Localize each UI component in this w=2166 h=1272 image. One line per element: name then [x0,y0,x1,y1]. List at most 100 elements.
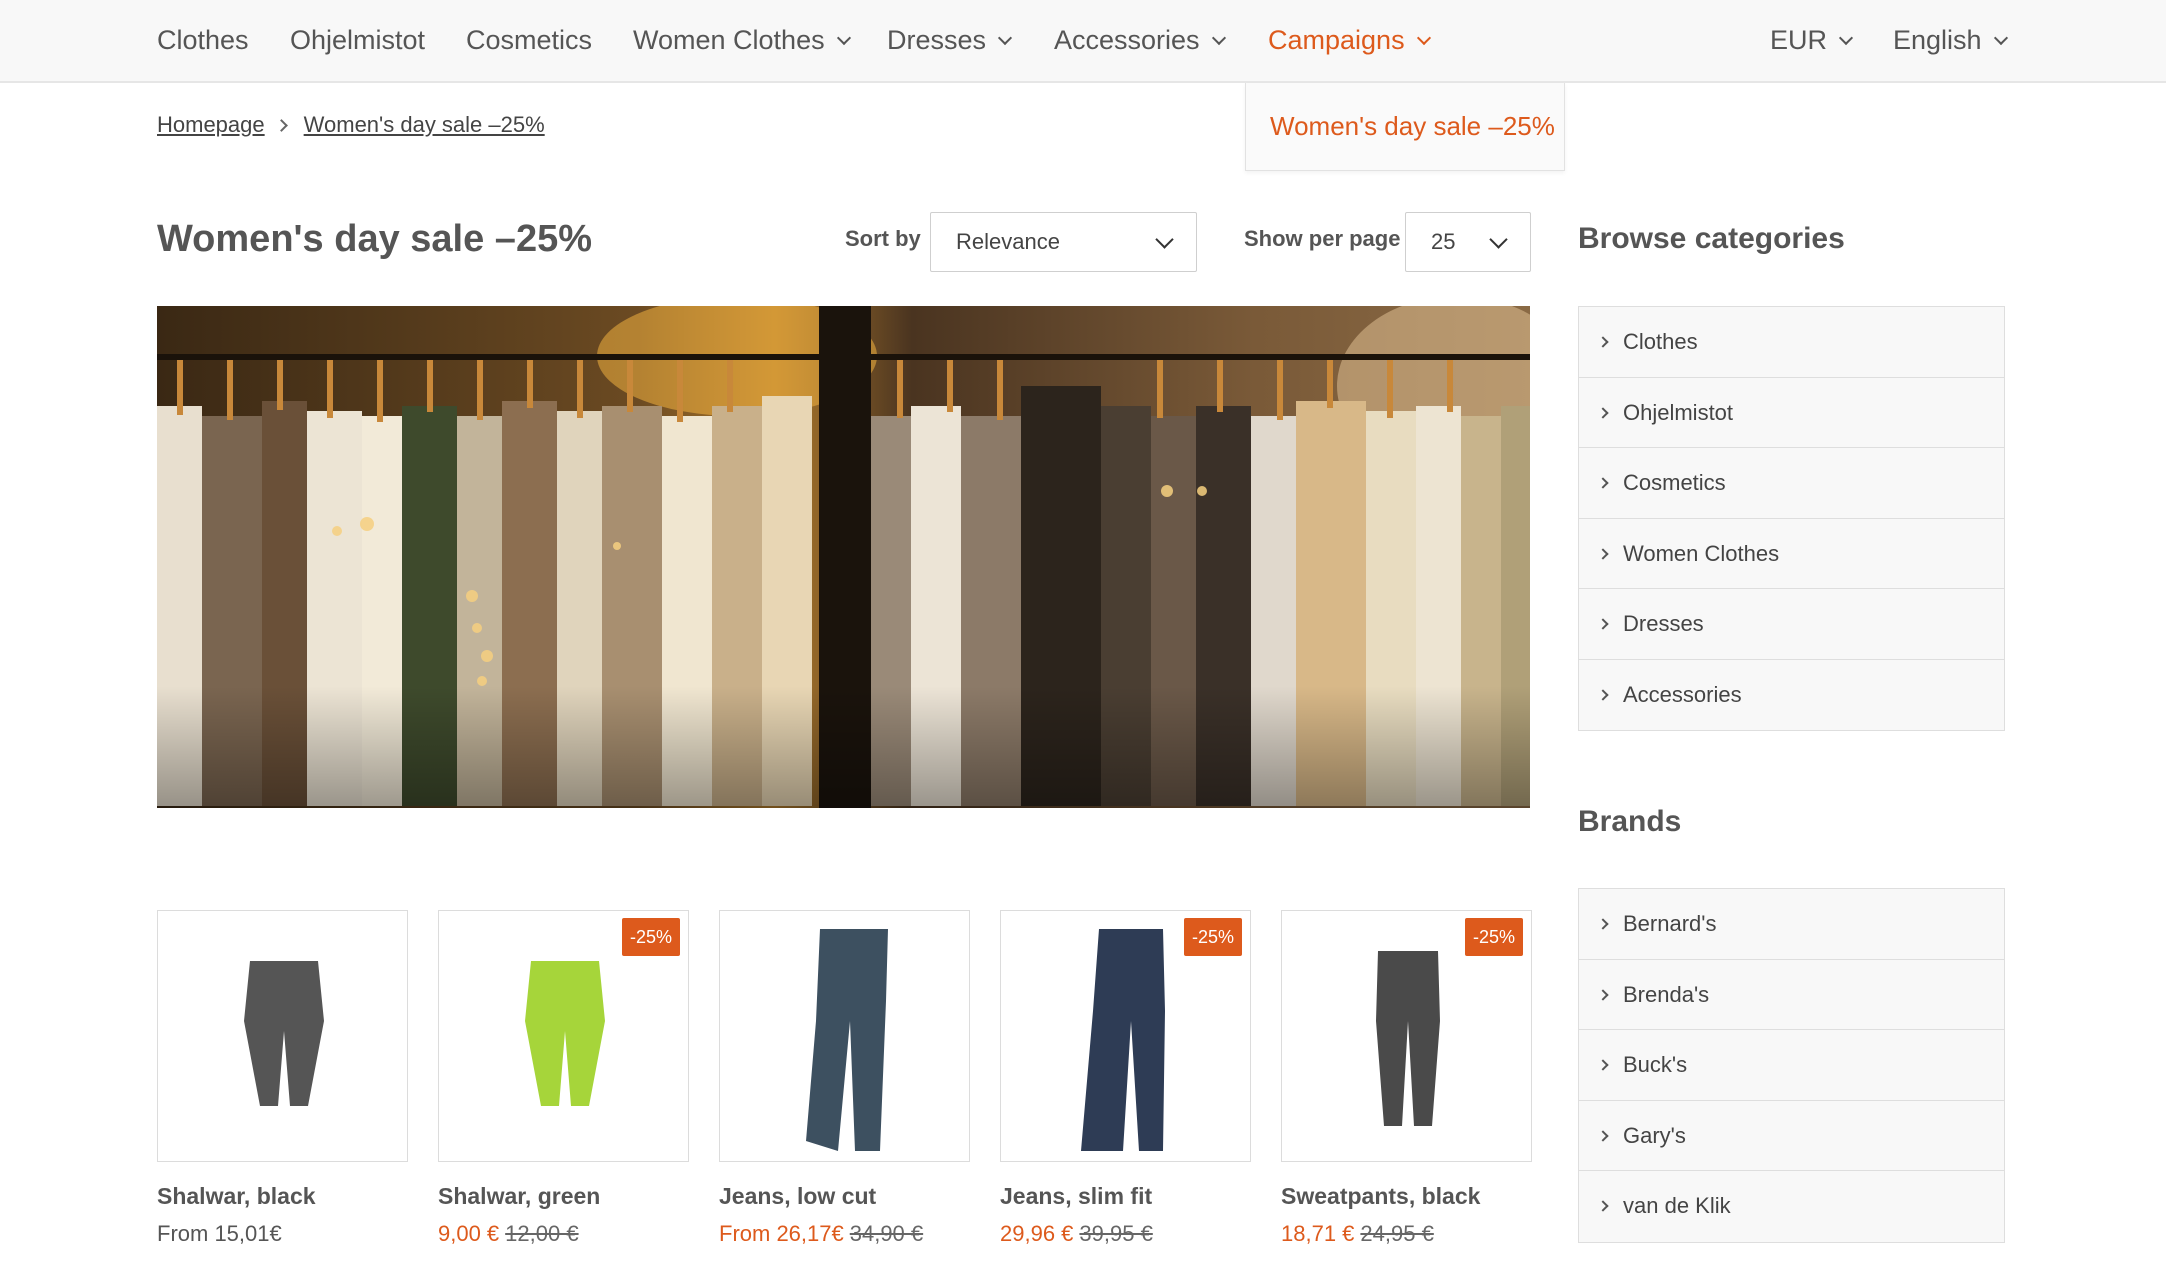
nav-item-label: Campaigns [1268,25,1405,55]
brand-label: Buck's [1623,1052,1688,1077]
per-page-label: Show per page [1244,226,1401,251]
black-pants-image [244,961,324,1106]
breadcrumb-home-link[interactable]: Homepage [157,112,265,137]
chevron-right-icon [1597,406,1609,419]
chevron-down-icon [997,30,1013,46]
sale-price: From 26,17€ [719,1221,844,1246]
nav-item-label: Ohjelmistot [290,25,426,55]
category-label: Dresses [1623,611,1704,636]
brand-item-bucks[interactable]: Buck's [1579,1030,2004,1101]
nav-item-cosmetics[interactable]: Cosmetics [466,0,592,80]
currency-selector[interactable]: EUR [1770,0,1854,80]
chevron-down-icon [836,30,851,46]
category-label: Women Clothes [1623,540,1780,566]
breadcrumb-current-link[interactable]: Women's day sale –25% [304,112,545,137]
chevron-down-icon [1155,230,1174,249]
nav-item-label: Clothes [157,25,249,55]
brand-label: Brenda's [1623,981,1710,1007]
nav-item-label: Accessories [1054,25,1200,55]
original-price: 12,00 € [505,1221,579,1246]
category-item-dresses[interactable]: Dresses [1579,589,2004,660]
clothes-rack-illustration [157,306,1530,808]
category-label: Clothes [1623,329,1698,354]
category-item-cosmetics[interactable]: Cosmetics [1579,448,2004,519]
nav-item-label: Cosmetics [466,25,593,55]
brand-label: van de Klik [1623,1193,1731,1218]
nav-item-campaigns[interactable]: Campaigns [1268,0,1431,80]
top-navigation: Clothes Ohjelmistot Cosmetics Women Clot… [0,0,2166,83]
brand-list: Bernard's Brenda's Buck's Gary's van de … [1578,888,2005,1243]
chevron-right-icon [1597,988,1609,1001]
price-value: From 15,01€ [157,1221,282,1246]
product-name[interactable]: Shalwar, black [157,1183,316,1210]
product-card-sweatpants-black[interactable]: -25% [1281,910,1532,1162]
campaign-banner-image [157,306,1530,808]
chevron-right-icon [1597,618,1609,630]
brand-item-brendas[interactable]: Brenda's [1579,960,2004,1030]
nav-item-dresses[interactable]: Dresses [887,0,1013,80]
chevron-right-icon [1597,688,1609,701]
category-item-ohjelmistot[interactable]: Ohjelmistot [1579,378,2004,448]
low-cut-jeans-image [806,929,888,1151]
category-label: Accessories [1623,681,1742,707]
sort-select[interactable]: Relevance [930,212,1197,272]
product-price: 18,71 €24,95 € [1281,1221,1434,1247]
page-title: Women's day sale –25% [157,218,592,260]
chevron-right-icon [1597,1200,1609,1212]
product-price: From 26,17€ 34,90 € [719,1221,923,1247]
product-price: From 15,01€ [157,1221,282,1247]
chevron-down-icon [1838,30,1854,46]
brand-item-van-de-klik[interactable]: van de Klik [1579,1171,2004,1242]
brand-item-bernards[interactable]: Bernard's [1579,889,2004,960]
chevron-down-icon [1489,230,1508,249]
chevron-down-icon [1211,30,1226,46]
nav-item-accessories[interactable]: Accessories [1054,0,1226,80]
chevron-right-icon [1597,918,1609,930]
sort-by-label: Sort by [845,226,921,251]
chevron-right-icon [1597,1059,1609,1071]
category-list: Clothes Ohjelmistot Cosmetics Women Clot… [1578,306,2005,731]
browse-categories-heading: Browse categories [1578,222,1845,255]
chevron-right-icon [1597,477,1609,489]
discount-badge: -25% [621,918,680,956]
brand-label: Gary's [1623,1122,1686,1148]
original-price: 34,90 € [849,1221,924,1246]
category-item-clothes[interactable]: Clothes [1579,307,2004,378]
product-name[interactable]: Sweatpants, black [1281,1183,1480,1210]
category-label: Ohjelmistot [1623,399,1734,425]
product-card-jeans-low-cut[interactable] [719,910,970,1162]
category-item-accessories[interactable]: Accessories [1579,660,2004,731]
brands-heading: Brands [1578,805,1682,838]
nav-item-clothes[interactable]: Clothes [157,0,249,80]
chevron-down-icon [1416,30,1431,46]
category-item-women-clothes[interactable]: Women Clothes [1579,519,2004,589]
product-card-shalwar-black[interactable] [157,910,408,1162]
nav-item-women-clothes[interactable]: Women Clothes [633,0,851,80]
product-name[interactable]: Shalwar, green [438,1183,600,1210]
sale-price: 9,00 € [438,1221,500,1246]
language-label: English [1893,25,1982,55]
campaigns-dropdown: Women's day sale –25% [1245,83,1565,171]
sale-price: 29,96 € [1000,1221,1074,1246]
product-card-shalwar-green[interactable]: -25% [438,910,689,1162]
breadcrumb: Homepage Women's day sale –25% [157,112,545,144]
product-name[interactable]: Jeans, low cut [719,1183,876,1210]
category-label: Cosmetics [1623,470,1726,495]
nav-item-ohjelmistot[interactable]: Ohjelmistot [290,0,425,80]
nav-item-label: Women Clothes [633,25,825,55]
product-price: 9,00 €12,00 € [438,1221,579,1247]
currency-label: EUR [1770,25,1828,55]
brand-item-garys[interactable]: Gary's [1579,1101,2004,1171]
nav-item-label: Dresses [887,25,987,55]
dropdown-item-womens-day-sale[interactable]: Women's day sale –25% [1270,83,1555,169]
discount-badge: -25% [1183,918,1242,956]
sale-price: 18,71 € [1281,1221,1355,1246]
chevron-right-icon [1597,547,1609,560]
chevron-right-icon [1597,1129,1609,1142]
product-name[interactable]: Jeans, slim fit [1000,1183,1152,1210]
per-page-select[interactable]: 25 [1405,212,1531,272]
language-selector[interactable]: English [1893,0,2008,80]
sort-select-value: Relevance [956,229,1060,254]
product-card-jeans-slim-fit[interactable]: -25% [1000,910,1251,1162]
brand-label: Bernard's [1623,911,1717,936]
